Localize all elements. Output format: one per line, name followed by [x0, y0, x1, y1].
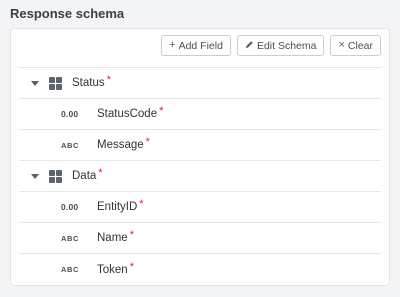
chevron-down-icon[interactable]: [31, 80, 39, 86]
chevron-down-icon[interactable]: [31, 173, 39, 179]
field-name: Token: [97, 263, 128, 276]
add-field-button[interactable]: + Add Field: [161, 35, 231, 56]
required-marker: *: [159, 105, 164, 117]
tree-field-statuscode[interactable]: 0.00 StatusCode *: [19, 99, 381, 130]
group-name: Status: [72, 77, 105, 89]
required-marker: *: [106, 74, 111, 86]
edit-schema-button[interactable]: Edit Schema: [236, 35, 325, 56]
number-type-icon: 0.00: [61, 202, 79, 212]
tree-field-token[interactable]: ABC Token *: [19, 254, 381, 285]
tree-group-data[interactable]: Data *: [19, 161, 381, 192]
schema-tree: Status * 0.00 StatusCode * ABC Message *…: [19, 67, 381, 285]
object-grid-icon: [49, 76, 62, 90]
clear-label: Clear: [347, 39, 373, 52]
tree-group-status[interactable]: Status *: [19, 68, 381, 99]
clear-button[interactable]: × Clear: [330, 35, 381, 56]
string-type-icon: ABC: [61, 140, 80, 150]
schema-panel: + Add Field Edit Schema × Clear Status *…: [10, 28, 390, 286]
required-marker: *: [98, 167, 103, 179]
number-type-icon: 0.00: [61, 109, 79, 119]
field-name: StatusCode: [97, 108, 158, 120]
pencil-icon: [245, 40, 254, 52]
tree-field-entityid[interactable]: 0.00 EntityID *: [19, 192, 381, 223]
tree-field-message[interactable]: ABC Message *: [19, 130, 381, 161]
schema-toolbar: + Add Field Edit Schema × Clear: [161, 35, 381, 56]
plus-icon: +: [169, 39, 176, 51]
section-title: Response schema: [10, 6, 125, 21]
string-type-icon: ABC: [61, 265, 80, 274]
object-grid-icon: [49, 169, 62, 183]
required-marker: *: [129, 229, 134, 241]
field-name: Name: [97, 232, 128, 244]
tree-field-name[interactable]: ABC Name *: [19, 223, 381, 254]
string-type-icon: ABC: [61, 233, 80, 243]
required-marker: *: [129, 260, 134, 273]
close-icon: ×: [338, 39, 345, 51]
group-name: Data: [72, 170, 97, 182]
field-name: Message: [97, 139, 144, 151]
edit-schema-label: Edit Schema: [256, 39, 317, 52]
required-marker: *: [139, 198, 144, 210]
field-name: EntityID: [97, 201, 138, 213]
add-field-label: Add Field: [178, 39, 223, 52]
required-marker: *: [145, 136, 150, 148]
